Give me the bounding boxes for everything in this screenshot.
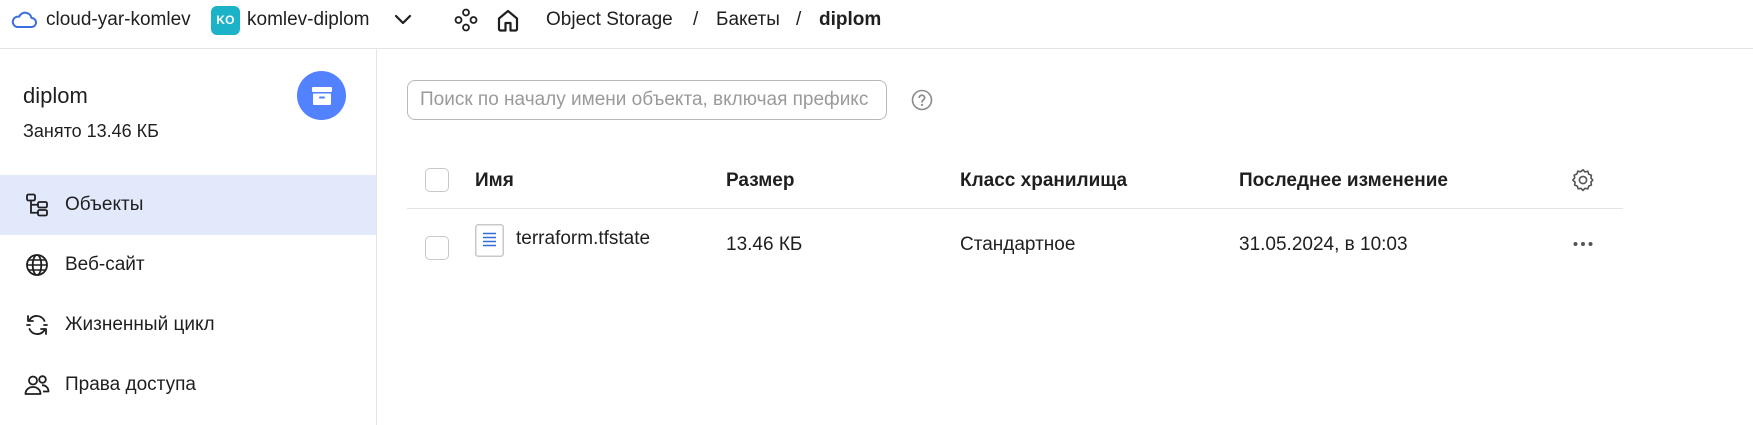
breadcrumb-separator: / [796,9,802,30]
globe-icon [23,251,51,279]
bucket-icon [297,71,346,120]
folder-name[interactable]: komlev-diplom [247,0,369,40]
select-all-checkbox[interactable] [425,168,449,192]
column-name[interactable]: Имя [475,170,514,192]
sidebar-item-objects[interactable]: Объекты [0,175,376,235]
folder-avatar: KO [211,6,240,35]
row-actions-more-icon[interactable] [1571,232,1595,261]
object-last-modified: 31.05.2024, в 10:03 [1239,234,1408,255]
sidebar-item-access-rights[interactable]: Права доступа [0,355,376,415]
users-icon [23,371,51,399]
sidebar: diplom Занято 13.46 КБ Объекты Веб-сайт … [0,49,377,425]
sidebar-item-lifecycle[interactable]: Жизненный цикл [0,295,376,355]
row-checkbox[interactable] [425,236,449,260]
object-name-link[interactable]: terraform.tfstate [516,228,650,250]
search-input[interactable] [407,80,887,120]
objects-tree-icon [23,191,51,219]
file-icon [475,224,504,262]
help-icon[interactable] [911,89,933,116]
home-icon[interactable] [494,6,522,39]
lifecycle-icon [23,311,51,339]
breadcrumb-buckets[interactable]: Бакеты [716,0,780,40]
table-settings-gear-icon[interactable] [1571,168,1595,197]
cloud-name[interactable]: cloud-yar-komlev [46,0,191,40]
column-size[interactable]: Размер [726,170,794,192]
breadcrumb-separator: / [693,9,699,30]
sidebar-item-label: Жизненный цикл [65,314,215,335]
cloud-icon [10,8,38,37]
sidebar-item-label: Веб-сайт [65,254,145,275]
sidebar-item-label: Объекты [65,194,144,215]
table-row[interactable]: terraform.tfstate 13.46 КБ Стандартное 3… [407,209,1623,284]
sidebar-item-website[interactable]: Веб-сайт [0,235,376,295]
bucket-name: diplom [23,83,88,108]
column-storage-class[interactable]: Класс хранилища [960,170,1127,192]
sidebar-item-label: Права доступа [65,374,196,395]
bucket-used-space: Занято 13.46 КБ [23,121,159,141]
object-storage-class: Стандартное [960,234,1076,255]
breadcrumb-current: diplom [819,9,882,30]
top-bar: cloud-yar-komlev KO komlev-diplom Object… [0,0,1753,49]
chevron-down-icon[interactable] [393,11,413,34]
object-size: 13.46 КБ [726,234,803,255]
table-header: Имя Размер Класс хранилища Последнее изм… [407,150,1623,209]
breadcrumb-object-storage[interactable]: Object Storage [546,0,673,40]
services-icon[interactable] [453,7,479,38]
column-last-modified[interactable]: Последнее изменение [1239,170,1448,192]
